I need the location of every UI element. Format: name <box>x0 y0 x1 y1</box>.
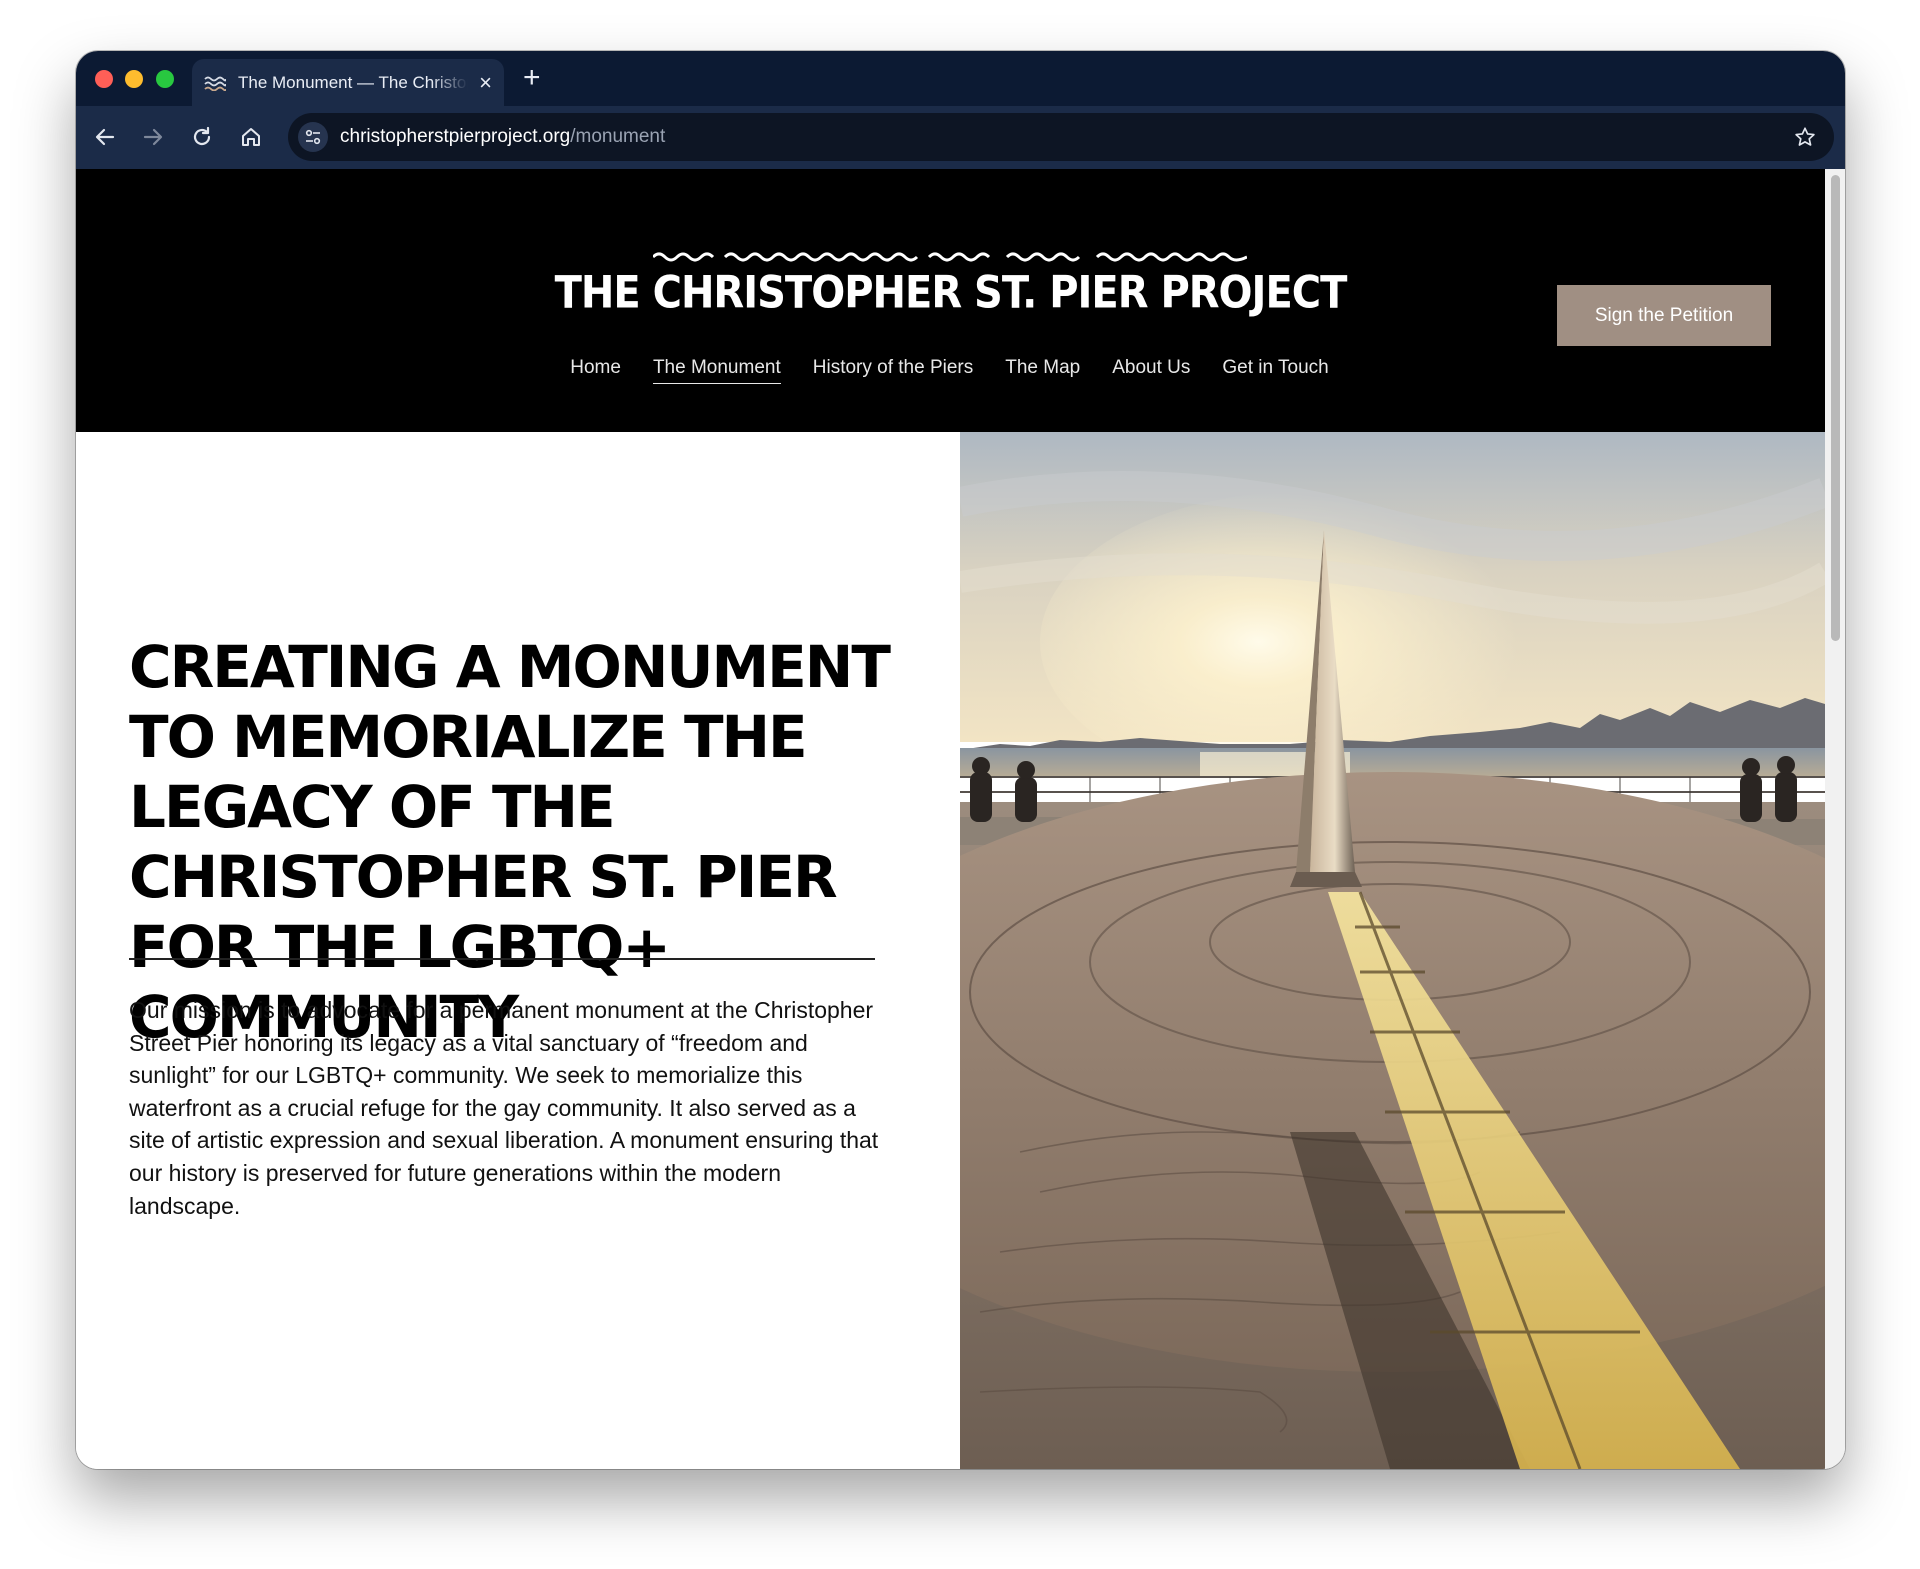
browser-tab-active[interactable]: The Monument — The Christopher St. Pier … <box>192 59 504 106</box>
sign-petition-button[interactable]: Sign the Petition <box>1557 285 1771 346</box>
minimize-window-button[interactable] <box>125 70 143 88</box>
page-scrollbar[interactable] <box>1825 169 1845 1469</box>
nav-home[interactable]: Home <box>570 357 621 384</box>
monument-image <box>960 432 1825 1469</box>
site-header: THE CHRISTOPHER ST. PIER PROJECT Sign th… <box>76 169 1825 432</box>
nav-about-us[interactable]: About Us <box>1112 357 1190 384</box>
page-headline: Creating a monument to memorialize the l… <box>129 633 891 1051</box>
home-icon[interactable] <box>235 121 267 153</box>
scrollbar-thumb[interactable] <box>1831 175 1840 641</box>
close-window-button[interactable] <box>95 70 113 88</box>
new-tab-button[interactable]: + <box>523 63 541 93</box>
site-favicon-icon <box>204 75 226 91</box>
nav-the-monument[interactable]: The Monument <box>652 357 781 384</box>
mission-section: Creating a monument to memorialize the l… <box>76 432 960 1469</box>
main-navigation: Home The Monument History of the Piers T… <box>76 357 1825 384</box>
mission-text: Our mission is to advocate for a permane… <box>129 997 879 1219</box>
close-icon[interactable]: × <box>479 71 492 94</box>
page-viewport: THE CHRISTOPHER ST. PIER PROJECT Sign th… <box>76 169 1845 1469</box>
nav-get-in-touch[interactable]: Get in Touch <box>1222 357 1328 384</box>
url-domain: christopherstpierproject.org <box>340 126 571 147</box>
browser-toolbar: christopherstpierproject.org/monument <box>76 106 1845 169</box>
logo-text: THE CHRISTOPHER ST. PIER PROJECT <box>554 267 1348 319</box>
maximize-window-button[interactable] <box>156 70 174 88</box>
browser-window: The Monument — The Christopher St. Pier … <box>76 51 1845 1469</box>
bookmark-star-icon[interactable] <box>1792 124 1818 150</box>
back-icon[interactable] <box>89 121 121 153</box>
nav-the-map[interactable]: The Map <box>1005 357 1080 384</box>
section-divider <box>129 958 875 960</box>
tab-bar: The Monument — The Christopher St. Pier … <box>76 51 1845 106</box>
browser-chrome: The Monument — The Christopher St. Pier … <box>76 51 1845 169</box>
logo-waves-icon <box>653 252 1248 262</box>
site-settings-icon[interactable] <box>298 122 328 152</box>
url-path: /monument <box>570 126 666 147</box>
nav-history-of-the-piers[interactable]: History of the Piers <box>813 357 974 384</box>
tab-title: The Monument — The Christopher St. Pier … <box>238 72 468 92</box>
monument-photo <box>960 432 1825 1469</box>
forward-icon[interactable] <box>137 121 169 153</box>
reload-icon[interactable] <box>186 121 218 153</box>
address-bar[interactable]: christopherstpierproject.org/monument <box>288 113 1834 161</box>
url-text[interactable]: christopherstpierproject.org/monument <box>340 126 665 148</box>
